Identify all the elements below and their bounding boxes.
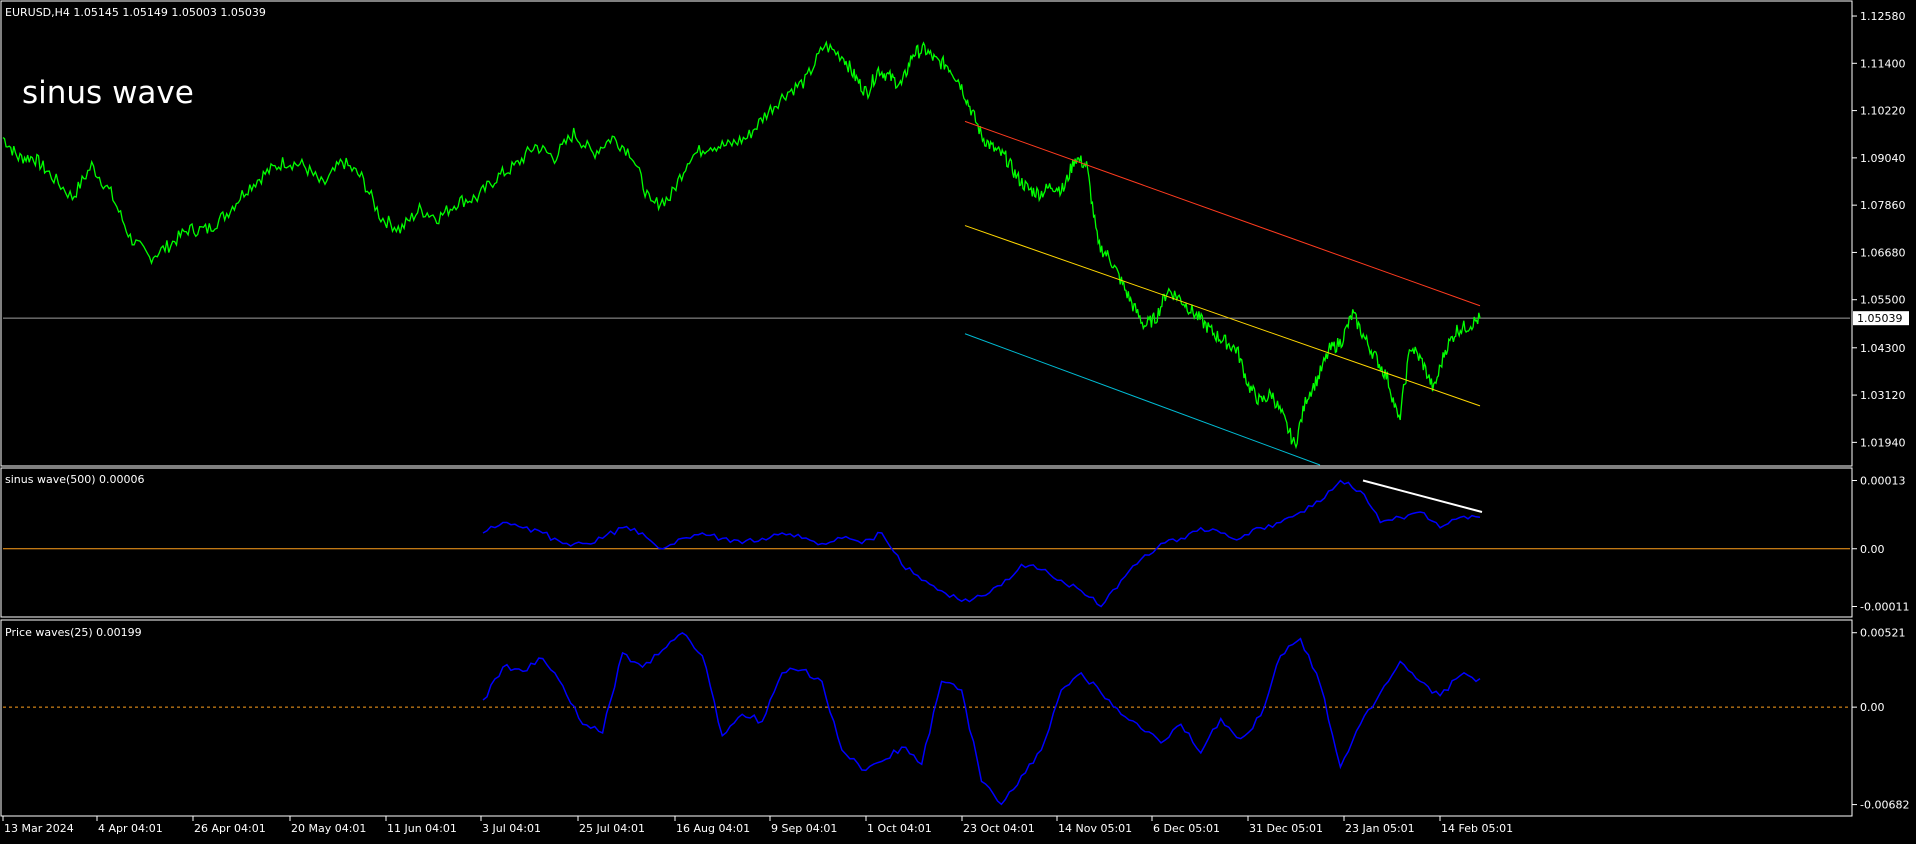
symbol-info-label: EURUSD,H4 1.05145 1.05149 1.05003 1.0503… bbox=[5, 6, 266, 19]
main-y-tick-label: 1.05500 bbox=[1860, 294, 1906, 307]
time-tick-label: 14 Nov 05:01 bbox=[1058, 822, 1132, 835]
main-y-tick-label: 1.06680 bbox=[1860, 246, 1906, 259]
main-y-tick-label: 1.10220 bbox=[1860, 105, 1906, 118]
time-tick-label: 1 Oct 04:01 bbox=[867, 822, 932, 835]
price-waves-y-tick-label: 0.00 bbox=[1860, 701, 1885, 714]
price-waves-y-tick-label: -0.00682 bbox=[1860, 799, 1909, 812]
time-tick-label: 14 Feb 05:01 bbox=[1441, 822, 1513, 835]
chart-canvas[interactable]: EURUSD,H4 1.05145 1.05149 1.05003 1.0503… bbox=[0, 0, 1916, 840]
current-price-label: 1.05039 bbox=[1857, 312, 1903, 325]
chart-background bbox=[0, 0, 1916, 840]
time-tick-label: 4 Apr 04:01 bbox=[98, 822, 163, 835]
time-tick-label: 9 Sep 04:01 bbox=[771, 822, 837, 835]
time-tick-label: 20 May 04:01 bbox=[291, 822, 366, 835]
time-tick-label: 25 Jul 04:01 bbox=[579, 822, 645, 835]
sinus-wave-label: sinus wave(500) 0.00006 bbox=[5, 473, 145, 486]
time-tick-label: 26 Apr 04:01 bbox=[194, 822, 266, 835]
main-y-tick-label: 1.07860 bbox=[1860, 199, 1906, 212]
time-tick-label: 13 Mar 2024 bbox=[4, 822, 74, 835]
overlay-title-text: sinus wave bbox=[22, 75, 194, 111]
main-y-tick-label: 1.01940 bbox=[1860, 436, 1906, 449]
main-y-tick-label: 1.03120 bbox=[1860, 389, 1906, 402]
main-y-tick-label: 1.12580 bbox=[1860, 10, 1906, 23]
time-tick-label: 31 Dec 05:01 bbox=[1249, 822, 1323, 835]
price-waves-label: Price waves(25) 0.00199 bbox=[5, 626, 142, 639]
main-y-tick-label: 1.04300 bbox=[1860, 342, 1906, 355]
sinus-wave-y-tick-label: 0.00 bbox=[1860, 543, 1885, 556]
time-tick-label: 11 Jun 04:01 bbox=[387, 822, 457, 835]
main-y-tick-label: 1.09040 bbox=[1860, 152, 1906, 165]
time-tick-label: 3 Jul 04:01 bbox=[482, 822, 541, 835]
time-tick-label: 23 Jan 05:01 bbox=[1345, 822, 1415, 835]
price-waves-y-tick-label: 0.00521 bbox=[1860, 627, 1906, 640]
time-tick-label: 16 Aug 04:01 bbox=[676, 822, 750, 835]
time-tick-label: 23 Oct 04:01 bbox=[963, 822, 1035, 835]
sinus-wave-y-tick-label: -0.00011 bbox=[1860, 601, 1909, 614]
chart-window[interactable]: EURUSD,H4 1.05145 1.05149 1.05003 1.0503… bbox=[0, 0, 1916, 840]
time-tick-label: 6 Dec 05:01 bbox=[1153, 822, 1220, 835]
main-y-tick-label: 1.11400 bbox=[1860, 57, 1906, 70]
sinus-wave-y-tick-label: 0.00013 bbox=[1860, 475, 1906, 488]
